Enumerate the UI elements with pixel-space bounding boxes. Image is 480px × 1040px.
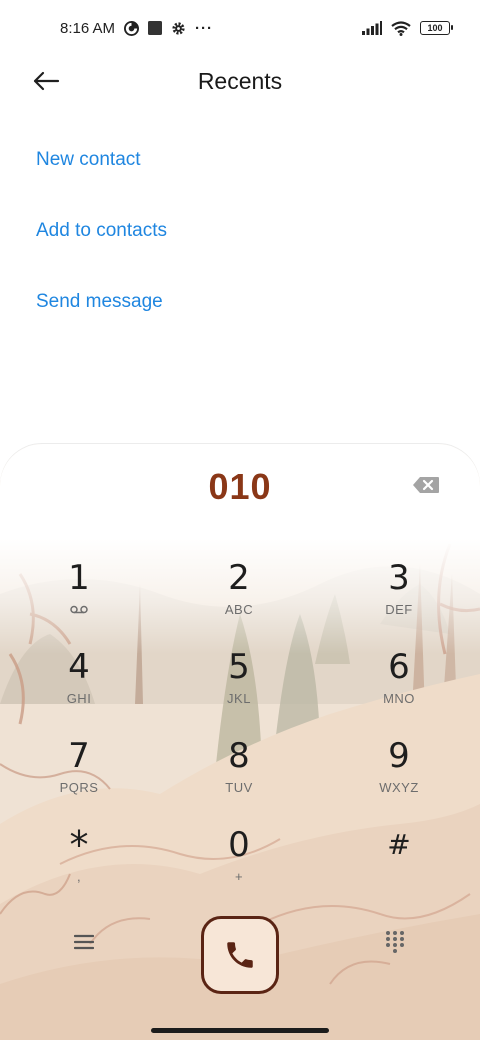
- signal-icon: [362, 21, 382, 35]
- key-letters: GHI: [66, 690, 92, 706]
- voicemail-icon: [70, 601, 88, 617]
- more-dots-icon: ···: [195, 19, 214, 37]
- key-letters: WXYZ: [379, 779, 419, 795]
- wifi-icon: [391, 20, 411, 36]
- header: Recents: [0, 56, 480, 108]
- backspace-button[interactable]: [412, 476, 442, 496]
- home-indicator[interactable]: [151, 1028, 329, 1033]
- notification-square-icon: [148, 21, 163, 35]
- page-title: Recents: [197, 68, 283, 94]
- status-bar: 8:16 AM ··· 100: [0, 0, 480, 56]
- key-1[interactable]: 1: [19, 558, 139, 638]
- key-letters: JKL: [227, 690, 251, 706]
- status-time: 8:16 AM: [60, 19, 116, 37]
- key-letters: TUV: [225, 779, 253, 795]
- phone-icon: [227, 942, 253, 968]
- key-2[interactable]: 2 ABC: [179, 558, 299, 638]
- dialer-panel: 010 1 2 ABC 3 DEF 4 GHI 5 JKL 6 MNO 7 PQ…: [0, 444, 480, 1040]
- settings-gear-icon: [171, 21, 186, 36]
- key-7[interactable]: 7 PQRS: [19, 736, 139, 816]
- key-digit: *: [69, 823, 89, 867]
- key-hash[interactable]: #: [339, 825, 459, 905]
- key-digit: 9: [388, 736, 410, 776]
- key-star[interactable]: * ,: [19, 825, 139, 905]
- keypad-toggle-button[interactable]: [373, 920, 417, 964]
- key-8[interactable]: 8 TUV: [179, 736, 299, 816]
- key-9[interactable]: 9 WXYZ: [339, 736, 459, 816]
- key-digit: 0: [228, 825, 250, 865]
- backspace-icon: [413, 477, 439, 493]
- key-letters: DEF: [385, 601, 413, 617]
- key-digit: 7: [68, 736, 90, 776]
- status-left: 8:16 AM ···: [60, 20, 213, 37]
- menu-button[interactable]: [62, 920, 106, 964]
- dialed-number: 010: [208, 466, 272, 507]
- battery-icon: 100: [420, 21, 453, 35]
- key-digit: 5: [228, 647, 250, 687]
- key-letters: +: [234, 868, 244, 884]
- key-letters: PQRS: [59, 779, 99, 795]
- key-6[interactable]: 6 MNO: [339, 647, 459, 727]
- key-digit: 6: [388, 647, 410, 687]
- data-saver-icon: [124, 20, 140, 36]
- key-4[interactable]: 4 GHI: [19, 647, 139, 727]
- send-message-link[interactable]: Send message: [36, 291, 163, 313]
- battery-level: 100: [427, 23, 443, 33]
- key-0[interactable]: 0 +: [179, 825, 299, 905]
- dialpad-icon: [386, 931, 404, 953]
- key-digit: 1: [68, 558, 90, 598]
- key-letters: ABC: [224, 601, 254, 617]
- key-digit: 2: [228, 558, 250, 598]
- key-letters: ,: [76, 868, 82, 884]
- key-digit: #: [387, 828, 411, 861]
- key-5[interactable]: 5 JKL: [179, 647, 299, 727]
- key-digit: 3: [388, 558, 410, 598]
- key-digit: 4: [68, 647, 90, 687]
- status-right: 100: [362, 20, 453, 36]
- new-contact-link[interactable]: New contact: [36, 149, 141, 171]
- key-letters: MNO: [383, 690, 415, 706]
- key-digit: 8: [228, 736, 250, 776]
- call-button[interactable]: [201, 916, 279, 994]
- key-3[interactable]: 3 DEF: [339, 558, 459, 638]
- menu-icon: [74, 934, 94, 950]
- add-to-contacts-link[interactable]: Add to contacts: [36, 220, 167, 242]
